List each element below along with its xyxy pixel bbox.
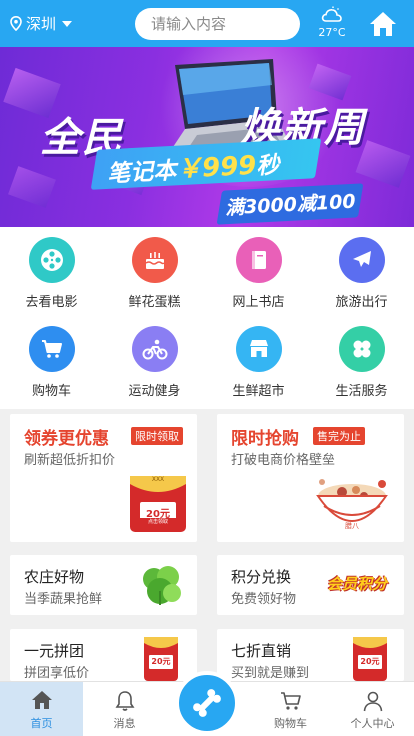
card-subtitle: 刷新超低折扣价 [24,453,116,468]
coupon-value: 20元 [151,657,171,666]
home-icon [31,691,52,709]
bell-icon [115,691,134,711]
porridge-bowl-illustration: 腊八 [312,466,392,538]
film-reel-icon [28,237,75,283]
card-subtitle: 免费领好物 [231,592,297,607]
location-pin-icon [10,16,22,31]
nav-label: 购物车 [274,717,307,730]
card-badge: 售完为止 [313,427,365,445]
coupon-envelope-illustration: XXX 20元 点击领取 [128,470,188,534]
nav-item-cart[interactable]: 购物车 [249,682,332,736]
vegetable-illustration [143,566,181,605]
nav-item-home[interactable]: 首页 [0,682,83,736]
nav-label: 个人中心 [350,717,395,730]
book-icon [235,237,282,283]
city-selector[interactable]: 深圳 [10,13,130,34]
card-title: 七折直销 [231,642,292,660]
grid-label: 购物车 [31,384,71,399]
category-grid: 去看电影 鲜花蛋糕 网上书店 旅游出行 购物车 运动健身 生鲜超市 生活服务 [0,227,414,409]
group-buy-card[interactable]: 一元拼团 拼团享低价 20元 [10,629,197,681]
promo-banner[interactable]: 全民 焕新周 笔记本￥999秒 满3000减100 [0,47,414,227]
grid-item-movies[interactable]: 去看电影 [0,237,103,310]
card-title: 农庄好物 [24,568,85,586]
clover-icon [338,326,385,372]
card-title: 一元拼团 [24,642,85,660]
card-badge: 限时领取 [131,427,183,445]
banner-subtitle-suffix: 秒 [255,152,281,180]
card-title: 领券更优惠 [24,429,109,449]
grid-label: 生活服务 [335,384,388,399]
coupon-envelope-illustration: 20元 [143,635,179,681]
temperature-text: 27°C [318,26,346,39]
airplane-icon [338,237,385,283]
store-icon [235,326,282,372]
home-icon[interactable] [368,10,398,38]
grid-item-grocery[interactable]: 生鲜超市 [207,326,310,399]
card-title: 积分兑换 [231,568,292,586]
banner-price: ￥999 [175,150,258,185]
coupon-value: 20元 [360,657,380,666]
member-points-logo: 会员积分 [327,575,388,593]
coupon-brand: XXX [151,476,165,483]
card-subtitle: 当季蔬果抢鲜 [24,592,103,607]
bowl-label: 腊八 [345,522,359,530]
center-action-button[interactable] [175,671,239,735]
user-icon [363,691,382,712]
grid-label: 鲜花蛋糕 [128,295,181,310]
banner-decoration [8,166,56,208]
coupon-card[interactable]: 领券更优惠 限时领取 刷新超低折扣价 XXX 20元 点击领取 [10,414,197,542]
grid-label: 去看电影 [25,295,78,310]
bicycle-icon [131,326,178,372]
discount-sale-card[interactable]: 七折直销 买到就是赚到 20元 [217,629,404,681]
grid-item-services[interactable]: 生活服务 [310,326,413,399]
points-exchange-card[interactable]: 积分兑换 免费领好物 会员积分 [217,555,404,615]
top-bar: 深圳 27°C [0,0,414,47]
coupon-envelope-illustration: 20元 [352,635,388,681]
grid-item-travel[interactable]: 旅游出行 [310,237,413,310]
search-input[interactable] [135,8,300,40]
chevron-down-icon [62,20,73,27]
nav-label: 首页 [30,717,53,730]
grid-item-fitness[interactable]: 运动健身 [103,326,206,399]
cart-icon [28,326,75,372]
grid-item-books[interactable]: 网上书店 [207,237,310,310]
city-label: 深圳 [26,15,57,33]
card-title: 限时抢购 [231,429,299,449]
grid-label: 网上书店 [232,295,285,310]
card-subtitle: 拼团享低价 [24,666,90,681]
coupon-note: 点击领取 [140,518,176,525]
card-subtitle: 买到就是赚到 [231,666,310,681]
bone-icon [193,689,221,717]
grid-item-cart[interactable]: 购物车 [0,326,103,399]
cloud-icon [321,6,342,22]
banner-subtitle-prefix: 笔记本 [106,157,177,188]
promo-section: 领券更优惠 限时领取 刷新超低折扣价 XXX 20元 点击领取 限时抢购 售完为… [0,409,414,681]
flash-sale-card[interactable]: 限时抢购 售完为止 打破电商价格壁垒 腊八 [217,414,404,542]
nav-item-messages[interactable]: 消息 [83,682,166,736]
cake-icon [131,237,178,283]
farm-goods-card[interactable]: 农庄好物 当季蔬果抢鲜 [10,555,197,615]
grid-label: 生鲜超市 [232,384,285,399]
nav-item-profile[interactable]: 个人中心 [331,682,414,736]
cart-icon [280,692,301,710]
grid-item-cake[interactable]: 鲜花蛋糕 [103,237,206,310]
grid-label: 运动健身 [128,384,181,399]
weather-widget[interactable]: 27°C [314,6,350,39]
grid-label: 旅游出行 [335,295,388,310]
nav-label: 消息 [113,717,136,730]
